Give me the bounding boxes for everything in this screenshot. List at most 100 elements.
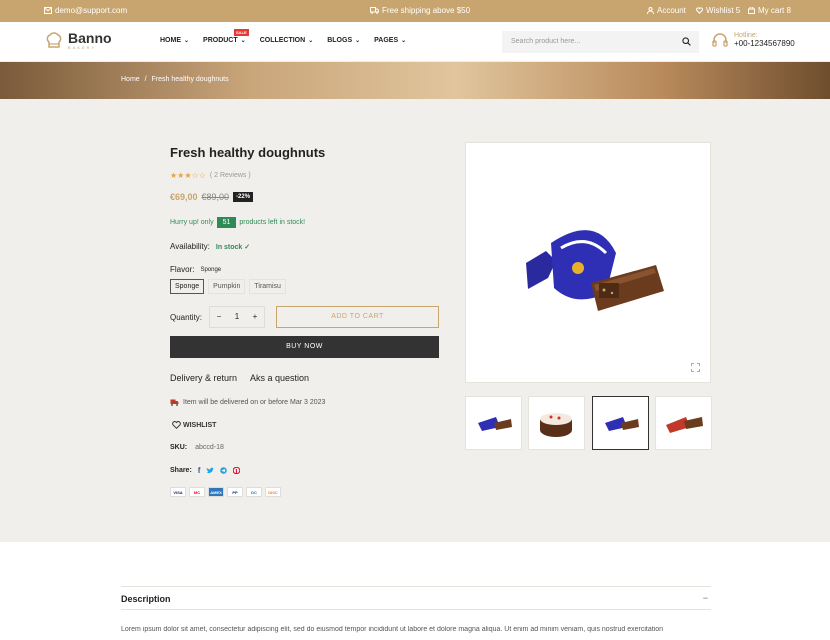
quantity-value[interactable]: 1	[228, 307, 246, 327]
search-input[interactable]: Search product here...	[502, 31, 699, 53]
nav-pages-label: PAGES	[374, 37, 399, 44]
product-links: Delivery & return Aks a question	[170, 373, 309, 383]
description-header[interactable]: Description −	[121, 586, 711, 610]
stock-notice: Hurry up! only 51 products left in stock…	[170, 217, 305, 228]
hotline[interactable]: Hotline: +00-1234567890	[712, 32, 795, 48]
price-old: €89,00	[201, 192, 230, 202]
hurry-post: products left in stock!	[239, 219, 306, 226]
heart-icon	[696, 7, 703, 14]
delivery-text: Item will be delivered on or before Mar …	[183, 399, 326, 406]
wishlist-button[interactable]: WISHLIST	[172, 421, 216, 429]
support-email[interactable]: demo@support.com	[44, 6, 127, 15]
breadcrumb: Home / Fresh healthy doughnuts	[121, 76, 229, 83]
thumbnail-2[interactable]	[528, 396, 585, 450]
email-text: demo@support.com	[55, 6, 128, 15]
nav-collection-label: COLLECTION	[259, 37, 306, 44]
truck-icon	[170, 399, 179, 406]
paypal-icon: PP	[227, 487, 243, 497]
wishlist-label: WISHLIST	[183, 421, 217, 429]
share-label: Share:	[170, 467, 192, 474]
flavor-option-sponge[interactable]: Sponge	[170, 279, 205, 294]
quantity-minus-button[interactable]: −	[210, 307, 228, 327]
star-rating-icon: ★★★☆☆	[170, 171, 206, 180]
delivery-note: Item will be delivered on or before Mar …	[170, 399, 325, 406]
expand-icon[interactable]	[691, 363, 700, 372]
search-icon[interactable]	[682, 37, 691, 46]
wishlist-link[interactable]: Wishlist 5	[696, 6, 740, 15]
account-link[interactable]: Account	[647, 6, 686, 15]
mastercard-icon: MC	[189, 487, 205, 497]
availability-value: In stock ✓	[216, 243, 250, 251]
nav-collection[interactable]: COLLECTION ⌄	[260, 37, 314, 44]
cart-link[interactable]: My cart 8	[748, 6, 791, 15]
discount-badge: -22%	[233, 192, 254, 202]
nav-blogs[interactable]: BLOGS ⌄	[327, 37, 360, 44]
nav-product[interactable]: PRODUCT ⌄ SALE	[203, 29, 249, 44]
search-placeholder: Search product here...	[511, 38, 581, 45]
headset-icon	[712, 32, 728, 47]
nav-home-label: HOME	[160, 37, 181, 44]
thumbnail-3[interactable]	[592, 396, 649, 450]
facebook-icon[interactable]: f	[198, 466, 201, 475]
candy-thumbnail	[478, 417, 512, 431]
amex-icon: AMEX	[208, 487, 224, 497]
price-new: €69,00	[170, 192, 198, 202]
description-title: Description	[121, 594, 171, 604]
sale-badge: SALE	[234, 29, 249, 36]
check-icon: ✓	[244, 243, 251, 251]
top-bar: demo@support.com Free shipping above $50…	[0, 0, 830, 22]
chevron-down-icon: ⌄	[308, 38, 314, 44]
telegram-icon[interactable]	[220, 467, 228, 474]
quantity-label: Quantity:	[170, 313, 203, 322]
review-count[interactable]: ( 2 Reviews )	[210, 172, 251, 179]
breadcrumb-home[interactable]: Home	[121, 76, 140, 83]
delivery-return-link[interactable]: Delivery & return	[170, 373, 237, 383]
candy-image	[526, 230, 664, 311]
flavor-option-pumpkin[interactable]: Pumpkin	[208, 279, 246, 294]
flavor-row: Flavor: Sponge	[170, 265, 221, 274]
diners-icon: DC	[246, 487, 262, 497]
sku-row: SKU: abccd-18	[170, 444, 224, 451]
hotline-number: +00-1234567890	[734, 39, 795, 48]
candy-red-thumbnail	[666, 417, 703, 433]
mail-icon	[44, 7, 52, 14]
flavor-selected: Sponge	[200, 266, 222, 273]
quantity-stepper: − 1 +	[209, 306, 265, 328]
flavor-option-tiramisu[interactable]: Tiramisu	[249, 279, 286, 294]
visa-icon: VISA	[170, 487, 186, 497]
nav-home[interactable]: HOME ⌄	[160, 37, 189, 44]
collapse-icon[interactable]: −	[703, 593, 708, 603]
nav-blogs-label: BLOGS	[327, 37, 353, 44]
shipping-notice: Free shipping above $50	[370, 6, 470, 15]
twitter-icon[interactable]	[206, 467, 215, 474]
user-icon	[647, 7, 654, 14]
chevron-down-icon: ⌄	[355, 38, 361, 44]
description-text: Lorem ipsum dolor sit amet, consectetur …	[121, 626, 663, 633]
ask-question-link[interactable]: Aks a question	[250, 373, 309, 383]
share-row: Share: f	[170, 466, 241, 475]
nav-product-label: PRODUCT	[203, 37, 238, 44]
nav-pages[interactable]: PAGES ⌄	[374, 37, 406, 44]
availability-label: Availability:	[170, 242, 210, 251]
availability-text: In stock	[215, 243, 243, 251]
buy-now-button[interactable]: BUY NOW	[170, 336, 439, 358]
price-block: €69,00 €89,00 -22%	[170, 192, 254, 202]
add-to-cart-button[interactable]: ADD TO CART	[276, 306, 439, 328]
chevron-down-icon: ⌄	[240, 38, 246, 44]
pinterest-icon[interactable]	[233, 467, 241, 474]
cake-thumbnail	[540, 413, 572, 437]
chevron-down-icon: ⌄	[184, 38, 190, 44]
breadcrumb-current: Fresh healthy doughnuts	[151, 76, 229, 83]
flavor-label: Flavor:	[170, 265, 195, 274]
main-header: Banno BAKERY HOME ⌄ PRODUCT ⌄ SALE COLLECTI…	[0, 22, 830, 62]
thumbnail-4[interactable]	[655, 396, 712, 450]
wishlist-text: Wishlist 5	[706, 6, 741, 15]
flavor-options: Sponge Pumpkin Tiramisu	[170, 279, 286, 294]
thumbnail-1[interactable]	[465, 396, 522, 450]
logo[interactable]: Banno BAKERY	[44, 31, 112, 50]
main-nav: HOME ⌄ PRODUCT ⌄ SALE COLLECTION ⌄ BLOGS ⌄ PA…	[160, 29, 406, 44]
hurry-pre: Hurry up! only	[170, 219, 214, 226]
shipping-text: Free shipping above $50	[382, 6, 471, 15]
main-product-image[interactable]	[465, 142, 711, 383]
quantity-plus-button[interactable]: +	[246, 307, 264, 327]
